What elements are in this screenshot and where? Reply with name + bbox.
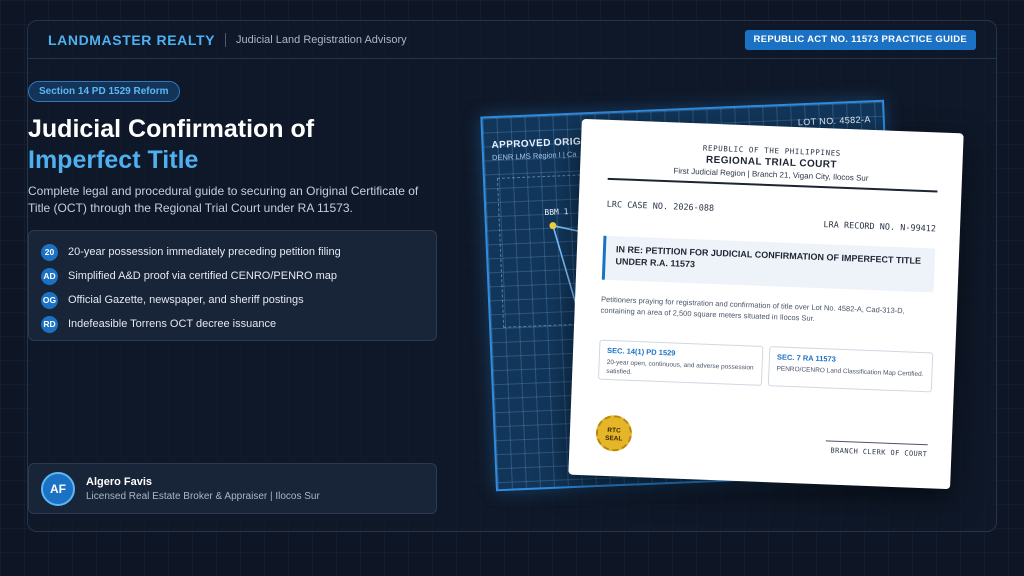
title-line-1: Judicial Confirmation of	[28, 115, 315, 143]
feature-text: Official Gazette, newspaper, and sheriff…	[68, 294, 304, 306]
page-description: Complete legal and procedural guide to s…	[28, 184, 419, 215]
court-petition-document: REPUBLIC OF THE PHILIPPINES REGIONAL TRI…	[568, 118, 964, 490]
feature-badge: RD	[41, 315, 58, 333]
doc-body-text: Petitioners praying for registration and…	[600, 294, 905, 323]
author-card: AF Algero Favis Licensed Real Estate Bro…	[28, 463, 437, 514]
bbm-label: BBM 1	[544, 207, 569, 218]
doc-requirement-box: SEC. 7 RA 11573 PENRO/CENRO Land Classif…	[767, 346, 934, 393]
feature-item: 20 20-year possession immediately preced…	[41, 240, 424, 264]
doc-clerk-label: BRANCH CLERK OF COURT	[830, 446, 928, 459]
brand-logo-text[interactable]: LANDMASTER REALTY	[48, 32, 215, 48]
feature-text: Indefeasible Torrens OCT decree issuance	[68, 318, 277, 330]
author-role: Licensed Real Estate Broker & Appraiser …	[86, 490, 320, 502]
header-subtitle: Judicial Land Registration Advisory	[236, 33, 407, 46]
bbm-monument-marker	[549, 222, 557, 230]
feature-item: AD Simplified A&D proof via certified CE…	[41, 264, 424, 288]
avatar: AF	[41, 471, 75, 506]
doc-petition-heading: IN RE: PETITION FOR JUDICIAL CONFIRMATIO…	[601, 235, 936, 293]
header-bar: LANDMASTER REALTY Judicial Land Registra…	[28, 21, 996, 59]
feature-badge: 20	[41, 243, 58, 261]
header-divider	[225, 32, 227, 47]
doc-case-number: LRC CASE NO. 2026-088	[606, 199, 715, 214]
author-info: Algero Favis Licensed Real Estate Broker…	[86, 476, 320, 502]
rtc-seal-icon: RTC SEAL	[595, 414, 633, 452]
requirement-text: PENRO/CENRO Land Classification Map Cert…	[776, 365, 924, 379]
feature-badge: AD	[41, 267, 58, 285]
feature-badge: OG	[41, 291, 58, 309]
feature-text: Simplified A&D proof via certified CENRO…	[68, 270, 337, 282]
page-title: Judicial Confirmation of Imperfect Title	[28, 114, 448, 176]
section-tag: Section 14 PD 1529 Reform	[28, 81, 180, 102]
requirement-text: 20-year open, continuous, and adverse po…	[606, 358, 754, 376]
feature-item: RD Indefeasible Torrens OCT decree issua…	[41, 312, 424, 336]
author-name: Algero Favis	[86, 475, 153, 488]
title-line-2-highlight: Imperfect Title	[28, 146, 199, 174]
doc-requirement-box: SEC. 14(1) PD 1529 20-year open, continu…	[597, 339, 764, 386]
feature-text: 20-year possession immediately preceding…	[68, 246, 341, 258]
practice-guide-badge: REPUBLIC ACT NO. 11573 PRACTICE GUIDE	[744, 30, 976, 50]
doc-lra-record: LRA RECORD NO. N-99412	[823, 220, 937, 235]
feature-list: 20 20-year possession immediately preced…	[28, 230, 437, 341]
signature-line	[825, 440, 928, 446]
feature-item: OG Official Gazette, newspaper, and sher…	[41, 288, 424, 312]
